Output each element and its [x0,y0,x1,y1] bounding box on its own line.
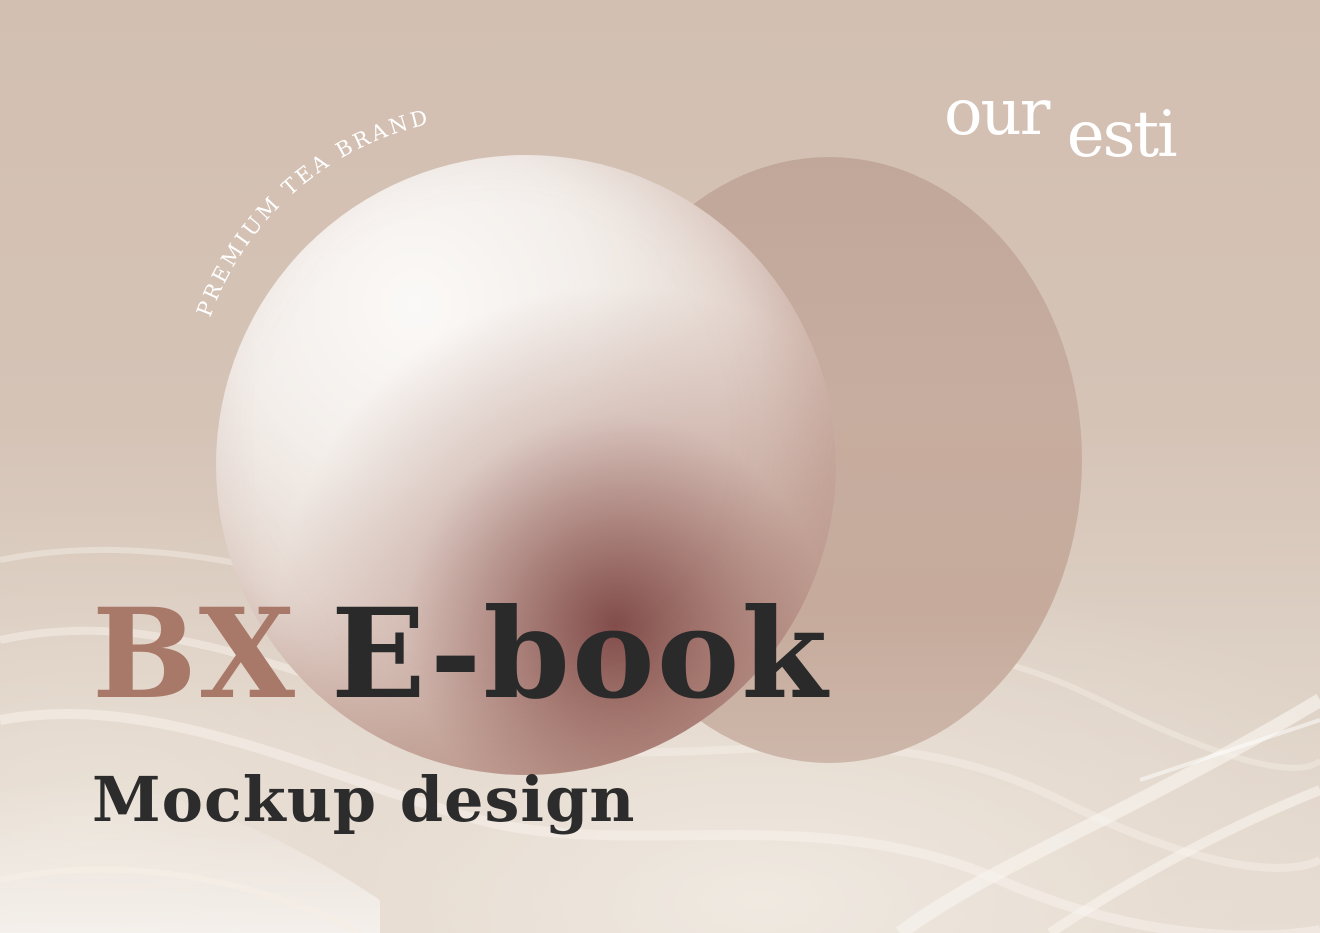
logo-part-our: our [944,76,1051,150]
headline-bx: BX [92,582,298,727]
logo-part-esti: esti [1067,98,1176,172]
brand-logo: our esti [944,76,1178,172]
logo-text: our esti [944,76,1176,172]
cover-canvas: PREMIUM TEA BRAND our esti BX E-book Mock… [0,0,1320,933]
subtitle: Mockup design [92,763,636,836]
headline: BX E-book [92,585,829,725]
headline-ebook: E-book [331,582,830,727]
